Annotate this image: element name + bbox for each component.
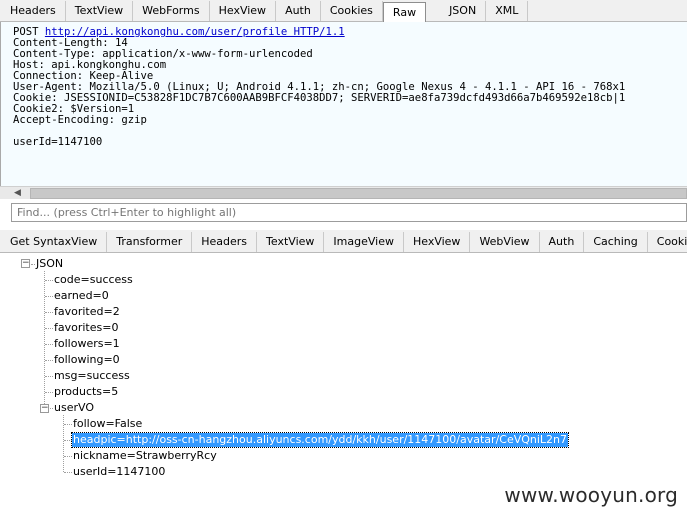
tree-node[interactable]: followers=1: [54, 337, 120, 351]
tab-response-hexview[interactable]: HexView: [404, 232, 471, 252]
tab-response-textview[interactable]: TextView: [257, 232, 325, 252]
tree-node[interactable]: favorites=0: [54, 321, 118, 335]
tab-xml[interactable]: XML: [486, 1, 529, 21]
watermark: www.wooyun.org: [504, 483, 678, 507]
tree-node[interactable]: earned=0: [54, 289, 109, 303]
tab-caching[interactable]: Caching: [584, 232, 648, 252]
tree-node[interactable]: follow=False: [73, 417, 142, 431]
tab-transformer[interactable]: Transformer: [107, 232, 193, 252]
tree-node[interactable]: code=success: [54, 273, 133, 287]
tree-node[interactable]: products=5: [54, 385, 118, 399]
horizontal-scrollbar[interactable]: ◀: [0, 186, 687, 199]
tab-json[interactable]: JSON: [440, 1, 487, 21]
tab-headers[interactable]: Headers: [1, 1, 66, 21]
tree-node[interactable]: following=0: [54, 353, 120, 367]
tab-response-headers[interactable]: Headers: [192, 232, 258, 252]
tree-node-uservo[interactable]: userVO: [54, 401, 94, 415]
raw-line: userId=1147100: [13, 136, 103, 148]
tab-get-syntaxview[interactable]: Get SyntaxView: [1, 232, 108, 252]
tab-imageview[interactable]: ImageView: [324, 232, 404, 252]
tree-node[interactable]: nickname=StrawberryRcy: [73, 449, 217, 463]
tree-node-selected[interactable]: headpic=http://oss-cn-hangzhou.aliyuncs.…: [70, 432, 570, 448]
tree-node-root[interactable]: JSON: [36, 257, 63, 271]
scrollbar-thumb[interactable]: [30, 188, 687, 199]
json-tree: − JSON code=success earned=0 favorited=2…: [0, 253, 687, 520]
scroll-left-icon[interactable]: ◀: [14, 188, 21, 198]
collapse-json-icon[interactable]: −: [21, 259, 30, 268]
tab-auth[interactable]: Auth: [276, 1, 321, 21]
tree-node[interactable]: msg=success: [54, 369, 130, 383]
tab-cookies[interactable]: Cookies: [321, 1, 383, 21]
response-tab-bar: Get SyntaxView Transformer Headers TextV…: [0, 230, 687, 253]
tab-webview[interactable]: WebView: [470, 232, 540, 252]
tab-response-auth[interactable]: Auth: [540, 232, 585, 252]
request-tab-bar: Headers TextView WebForms HexView Auth C…: [0, 0, 687, 22]
tree-node[interactable]: favorited=2: [54, 305, 120, 319]
tab-raw[interactable]: Raw: [382, 2, 427, 22]
tab-hexview[interactable]: HexView: [210, 1, 277, 21]
raw-request-text: POST http://api.kongkonghu.com/user/prof…: [1, 22, 687, 148]
tab-textview[interactable]: TextView: [66, 1, 134, 21]
raw-line: Accept-Encoding: gzip: [13, 114, 147, 126]
tab-response-cookies[interactable]: Cookies: [648, 232, 687, 252]
tab-webforms[interactable]: WebForms: [133, 1, 210, 21]
collapse-uservo-icon[interactable]: −: [40, 404, 49, 413]
find-bar: [0, 200, 687, 230]
tree-node[interactable]: userId=1147100: [73, 465, 165, 479]
find-input[interactable]: [11, 203, 687, 222]
raw-request-pane[interactable]: POST http://api.kongkonghu.com/user/prof…: [0, 22, 687, 186]
